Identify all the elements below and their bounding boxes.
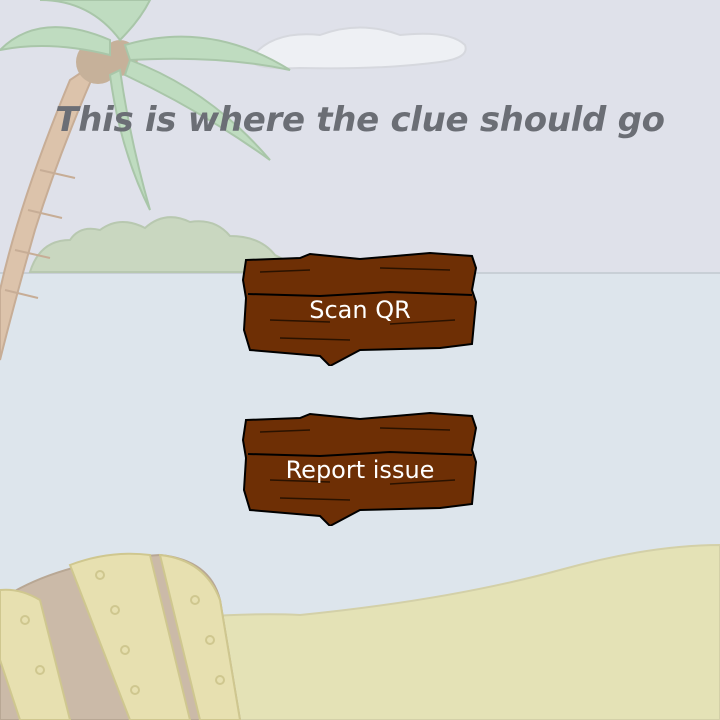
scan-qr-button[interactable]: Scan QR — [240, 250, 480, 366]
report-issue-label: Report issue — [285, 456, 435, 484]
scan-qr-label: Scan QR — [309, 296, 411, 324]
report-issue-button[interactable]: Report issue — [240, 410, 480, 526]
clue-text: This is where the clue should go — [55, 100, 665, 140]
